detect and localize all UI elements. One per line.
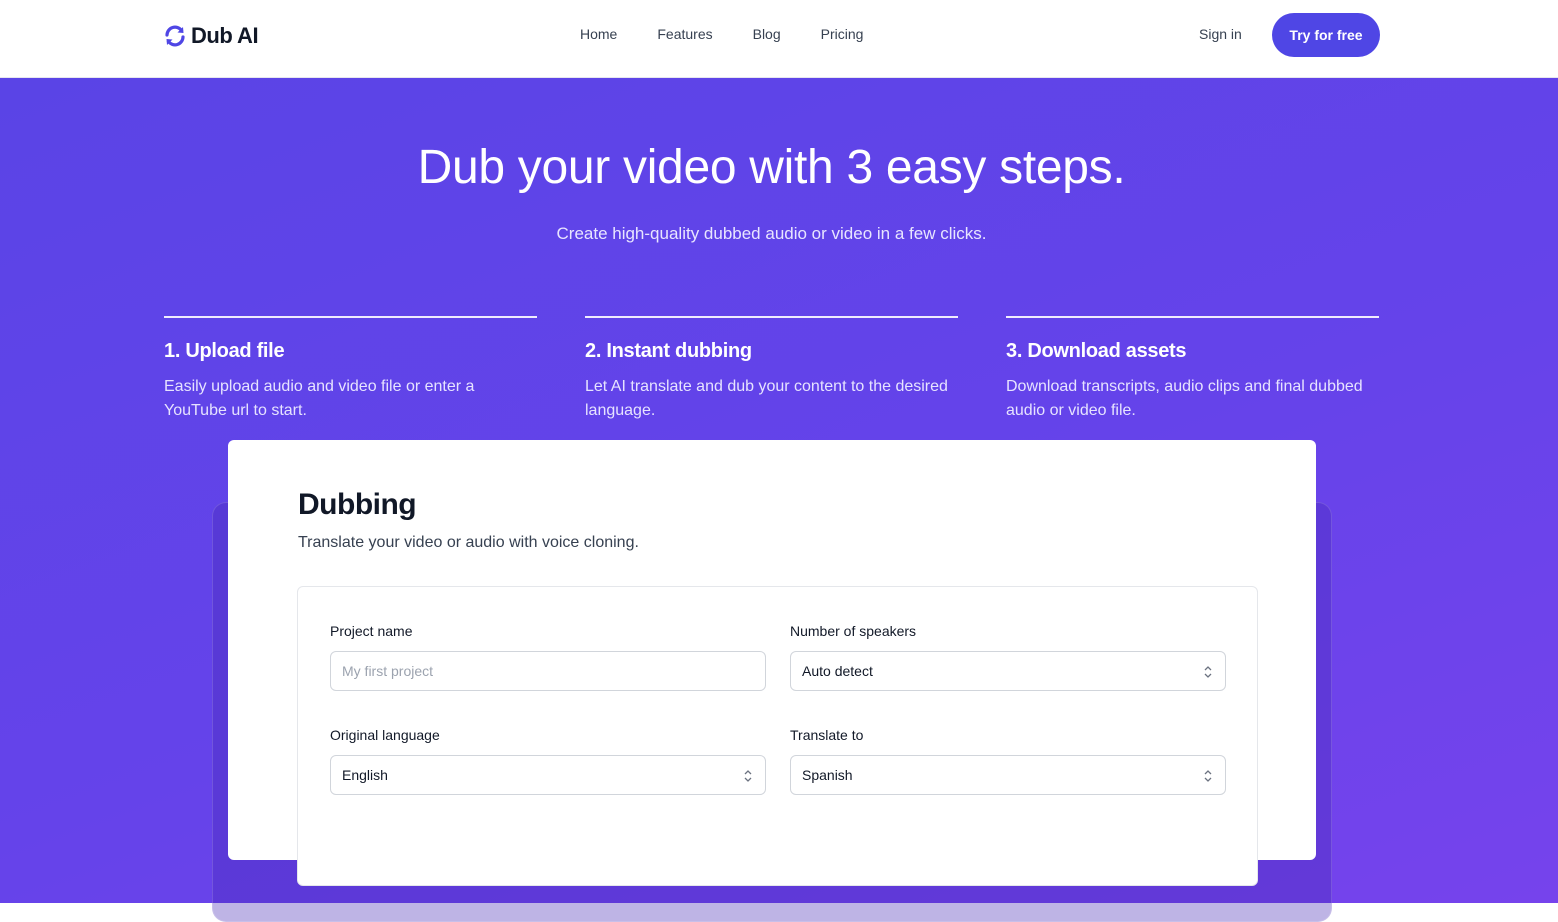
main-nav: Home Features Blog Pricing [580, 26, 863, 42]
dubbing-card: Dubbing Translate your video or audio wi… [228, 440, 1316, 886]
nav-pricing-link[interactable]: Pricing [821, 26, 864, 42]
step-title: 2. Instant dubbing [585, 340, 752, 362]
chevron-up-down-icon [744, 770, 752, 782]
step-title: 3. Download assets [1006, 340, 1187, 362]
nav-blog-link[interactable]: Blog [753, 26, 781, 42]
step-description: Easily upload audio and video file or en… [164, 378, 475, 419]
hero-subtitle: Create high-quality dubbed audio or vide… [556, 224, 987, 243]
speakers-field: Number of speakers Auto detect [790, 623, 1226, 691]
speakers-label: Number of speakers [790, 623, 917, 639]
chevron-up-down-icon [1204, 770, 1212, 782]
brand-logo[interactable]: Dub AI [163, 22, 259, 50]
speakers-select[interactable]: Auto detect [790, 651, 1226, 691]
try-for-free-button[interactable]: Try for free [1272, 13, 1380, 57]
project-name-label: Project name [330, 623, 413, 639]
translate-to-label: Translate to [790, 727, 864, 743]
chevron-up-down-icon [1204, 666, 1212, 678]
original-language-select[interactable]: English [330, 755, 766, 795]
step-upload: 1. Upload file Easily upload audio and v… [164, 316, 537, 423]
nav-features-link[interactable]: Features [657, 26, 712, 42]
original-language-label: Original language [330, 727, 440, 743]
step-download: 3. Download assets Download transcripts,… [1006, 316, 1379, 423]
speakers-value: Auto detect [802, 663, 873, 679]
refresh-icon [165, 25, 185, 47]
step-description: Download transcripts, audio clips and fi… [1006, 378, 1363, 419]
brand-name: Dub AI [191, 23, 259, 48]
nav-home-link[interactable]: Home [580, 26, 617, 42]
dubbing-form: Project name Number of speakers Auto det… [297, 586, 1258, 886]
project-name-field: Project name [330, 623, 766, 691]
step-dubbing: 2. Instant dubbing Let AI translate and … [585, 316, 958, 423]
original-language-value: English [342, 767, 388, 783]
translate-to-value: Spanish [802, 767, 853, 783]
dubbing-subtitle: Translate your video or audio with voice… [298, 534, 639, 551]
translate-to-field: Translate to Spanish [790, 727, 1226, 795]
hero-title: Dub your video with 3 easy steps. [417, 141, 1126, 194]
step-title: 1. Upload file [164, 340, 285, 362]
step-description: Let AI translate and dub your content to… [585, 378, 948, 419]
top-header: Dub AI Home Features Blog Pricing Sign i… [0, 0, 1558, 78]
project-name-input[interactable] [330, 651, 766, 691]
dubbing-title: Dubbing [298, 488, 417, 521]
original-language-field: Original language English [330, 727, 766, 795]
translate-to-select[interactable]: Spanish [790, 755, 1226, 795]
sign-in-link[interactable]: Sign in [1199, 26, 1242, 42]
